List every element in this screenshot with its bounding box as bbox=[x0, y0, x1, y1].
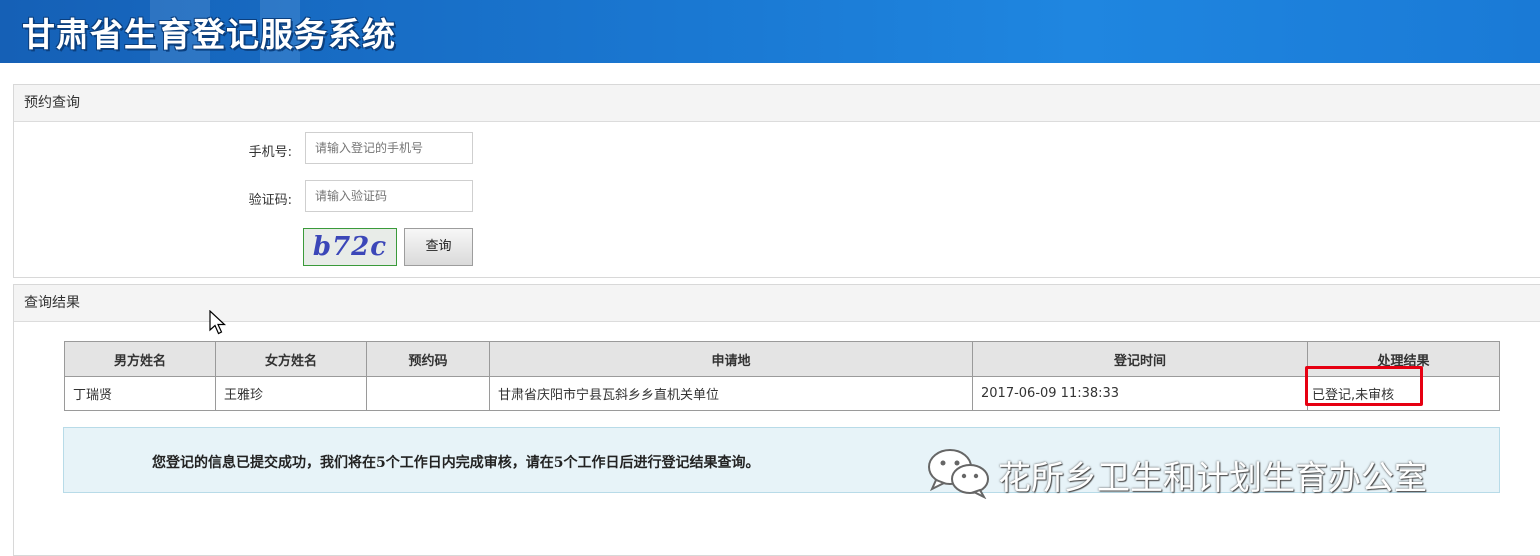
header-banner: 甘肃省生育登记服务系统 bbox=[0, 0, 1540, 63]
watermark: 花所乡卫生和计划生育办公室 bbox=[926, 447, 1427, 500]
captcha-input[interactable] bbox=[305, 180, 473, 212]
result-panel-title: 查询结果 bbox=[14, 285, 1540, 322]
cell-female-name: 王雅珍 bbox=[215, 376, 367, 411]
wechat-icon bbox=[928, 449, 989, 500]
column-header-location: 申请地 bbox=[489, 341, 973, 377]
column-header-female-name: 女方姓名 bbox=[215, 341, 367, 377]
app-title: 甘肃省生育登记服务系统 bbox=[22, 15, 396, 54]
table-header-row: 男方姓名 女方姓名 预约码 申请地 登记时间 处理结果 bbox=[64, 341, 1500, 377]
phone-label: 手机号: bbox=[248, 145, 292, 160]
column-header-time: 登记时间 bbox=[972, 341, 1308, 377]
phone-input[interactable] bbox=[305, 132, 473, 164]
column-header-male-name: 男方姓名 bbox=[64, 341, 216, 377]
mouse-cursor-icon bbox=[209, 310, 227, 335]
cell-male-name: 丁瑞贤 bbox=[64, 376, 216, 411]
captcha-image[interactable]: b72c bbox=[303, 228, 397, 266]
captcha-label: 验证码: bbox=[248, 193, 292, 208]
cell-code bbox=[366, 376, 490, 411]
status-highlight-box bbox=[1305, 366, 1423, 406]
watermark-text: 花所乡卫生和计划生育办公室 bbox=[998, 458, 1427, 497]
result-panel: 查询结果 bbox=[13, 284, 1540, 556]
cell-time: 2017-06-09 11:38:33 bbox=[972, 376, 1308, 411]
notice-text: 您登记的信息已提交成功，我们将在5个工作日内完成审核，请在5个工作日后进行登记结… bbox=[152, 455, 760, 471]
table-row: 丁瑞贤 王雅珍 甘肃省庆阳市宁县瓦斜乡乡直机关单位 2017-06-09 11:… bbox=[64, 376, 1500, 411]
query-panel-title: 预约查询 bbox=[14, 85, 1540, 122]
results-table: 男方姓名 女方姓名 预约码 申请地 登记时间 处理结果 丁瑞贤 王雅珍 甘肃省庆… bbox=[64, 341, 1500, 411]
query-panel: 预约查询 bbox=[13, 84, 1540, 278]
query-button[interactable]: 查询 bbox=[404, 228, 473, 266]
cell-location: 甘肃省庆阳市宁县瓦斜乡乡直机关单位 bbox=[489, 376, 973, 411]
column-header-code: 预约码 bbox=[366, 341, 490, 377]
